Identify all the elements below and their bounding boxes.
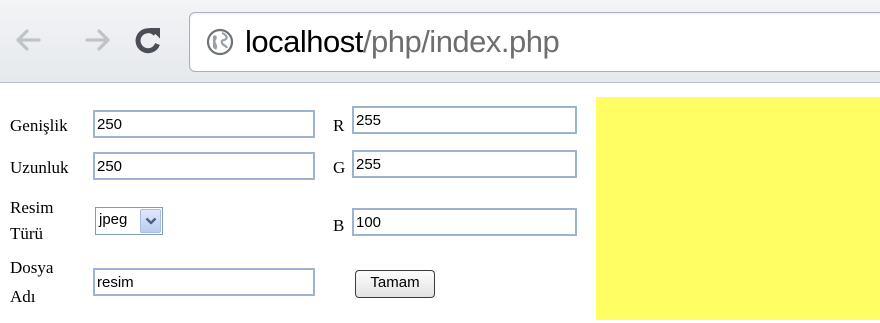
browser-toolbar: localhost/php/index.php bbox=[0, 0, 880, 83]
height-input[interactable]: 250 bbox=[93, 152, 315, 180]
forward-button[interactable] bbox=[80, 20, 116, 60]
b-input[interactable]: 100 bbox=[352, 208, 577, 236]
r-label: R bbox=[333, 116, 345, 135]
g-label: G bbox=[333, 158, 346, 177]
url-host: localhost bbox=[245, 24, 363, 59]
reload-button[interactable] bbox=[130, 20, 166, 60]
url-path: /php/index.php bbox=[362, 24, 560, 59]
back-button[interactable] bbox=[10, 20, 46, 60]
url-text: localhost/php/index.php bbox=[245, 23, 560, 61]
image-type-value: jpeg bbox=[99, 211, 128, 228]
submit-button[interactable]: Tamam bbox=[355, 270, 435, 298]
globe-icon bbox=[206, 28, 234, 56]
reload-icon bbox=[135, 28, 160, 54]
select-arrow-button[interactable] bbox=[140, 209, 161, 233]
image-type-label-line2: Türü bbox=[10, 224, 44, 243]
arrow-right-icon bbox=[85, 29, 110, 51]
address-bar[interactable]: localhost/php/index.php bbox=[189, 12, 880, 72]
filename-label-line2: Adı bbox=[10, 287, 36, 306]
color-preview bbox=[596, 97, 880, 320]
width-input[interactable]: 250 bbox=[93, 110, 315, 138]
g-input[interactable]: 255 bbox=[352, 150, 577, 178]
width-label: Genişlik bbox=[10, 116, 68, 135]
b-label: B bbox=[333, 216, 345, 235]
r-input[interactable]: 255 bbox=[352, 106, 577, 134]
image-type-select[interactable]: jpeg bbox=[95, 207, 163, 235]
filename-label-line1: Dosya bbox=[10, 258, 54, 277]
height-label: Uzunluk bbox=[10, 158, 69, 177]
chevron-down-icon bbox=[145, 217, 156, 225]
image-type-label-line1: Resim bbox=[10, 198, 54, 217]
arrow-left-icon bbox=[16, 29, 41, 51]
filename-input[interactable]: resim bbox=[93, 268, 315, 296]
